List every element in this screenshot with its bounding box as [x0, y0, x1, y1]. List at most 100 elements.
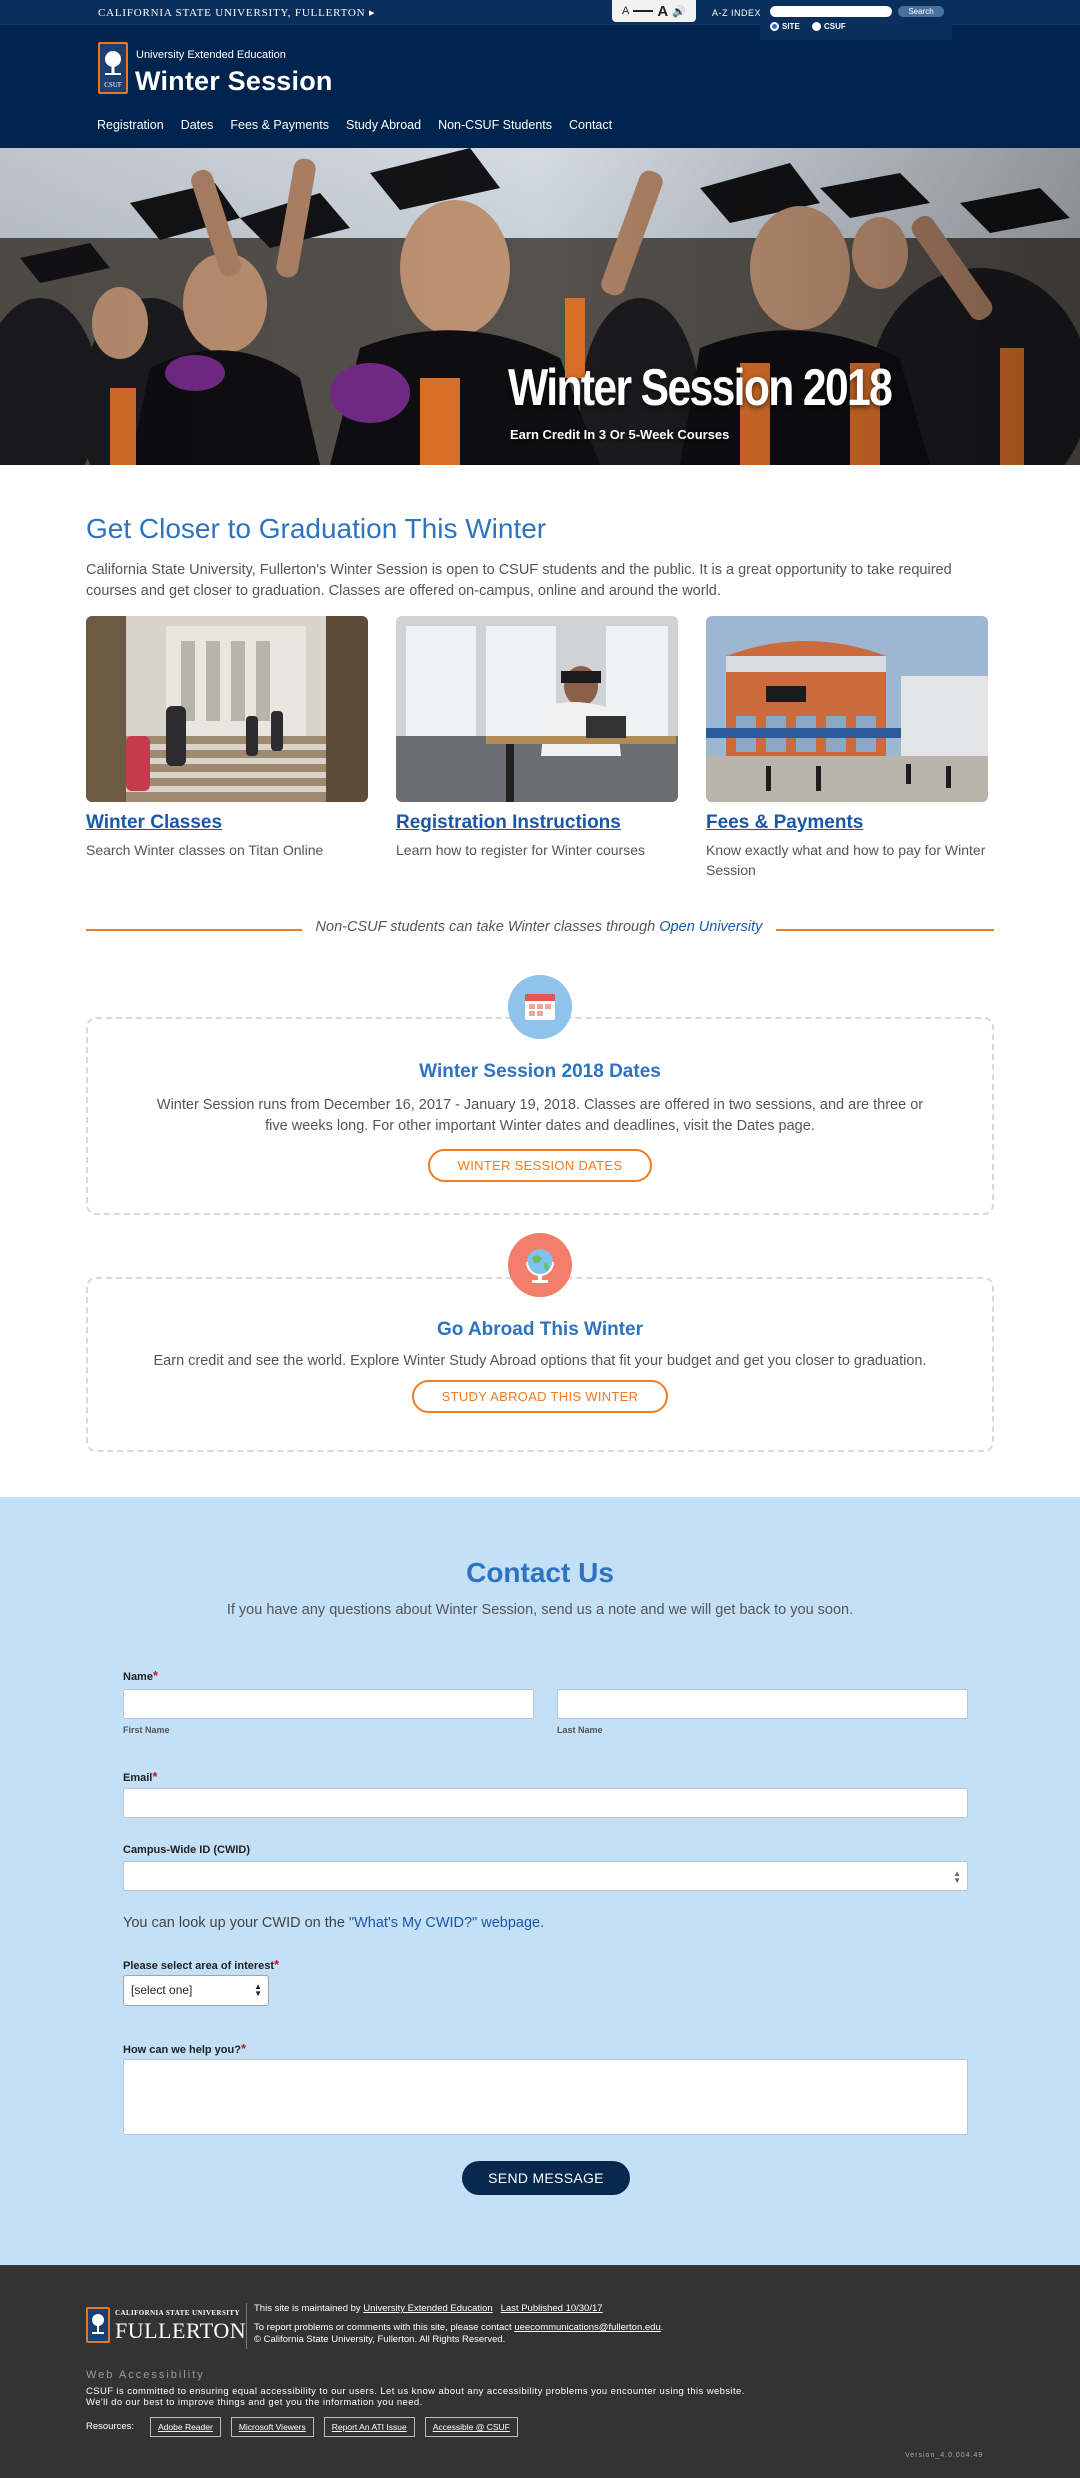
report-ati-issue-link[interactable]: Report An ATI Issue [323, 2417, 415, 2437]
copyright: © California State University, Fullerton… [254, 2334, 506, 2345]
radio-unchecked-icon [812, 22, 821, 31]
name-label-text: Name [123, 1671, 153, 1683]
card-title-winter-classes[interactable]: Winter Classes [86, 812, 368, 834]
last-name-input[interactable] [557, 1689, 968, 1719]
abroad-feature-box: Go Abroad This Winter Earn credit and se… [86, 1277, 994, 1452]
globe-icon [508, 1233, 572, 1297]
screen-reader-icon[interactable]: 🔊 [672, 5, 686, 18]
divider-rule-left [86, 929, 302, 931]
cwid-number-input[interactable]: ▲ ▼ [123, 1861, 968, 1891]
required-asterisk: * [274, 1957, 280, 1972]
campus-steps-photo[interactable] [86, 616, 368, 802]
dates-text: Winter Session runs from December 16, 20… [156, 1097, 924, 1134]
footer-logo[interactable]: CALIFORNIA STATE UNIVERSITY FULLERTON [86, 2307, 246, 2347]
email-input[interactable] [123, 1788, 968, 1818]
required-asterisk: * [152, 1769, 158, 1784]
hero-banner: Winter Session 2018 Earn Credit In 3 Or … [0, 148, 1080, 465]
last-published: Last Published 10/30/17 [500, 2303, 603, 2314]
cwid-help-prefix: You can look up your CWID on the [123, 1915, 349, 1931]
interest-selected-value: [select one] [131, 1983, 193, 1997]
email-label: Email* [123, 1769, 157, 1784]
cwid-help-text: You can look up your CWID on the "What's… [123, 1915, 544, 1931]
required-asterisk: * [240, 2041, 247, 2056]
accessible-csuf-link[interactable]: Accessible @ CSUF [424, 2417, 518, 2437]
last-name-label: Last Name [557, 1725, 603, 1735]
report-suffix: . [660, 2322, 664, 2333]
first-name-label: First Name [123, 1725, 170, 1735]
whats-my-cwid-link[interactable]: "What's My CWID?" webpage [349, 1915, 540, 1931]
search-input[interactable] [770, 6, 892, 17]
intro-text: California State University, Fullerton's… [86, 562, 952, 599]
hero-title: Winter Session 2018 [508, 359, 893, 417]
nav-dates[interactable]: Dates [181, 118, 214, 132]
site-title[interactable]: Winter Session [135, 66, 333, 97]
campus-building-photo[interactable] [706, 616, 988, 802]
winter-session-dates-button[interactable]: WINTER SESSION DATES [427, 1149, 653, 1182]
dates-feature-box: Winter Session 2018 Dates Winter Session… [86, 1017, 994, 1215]
resources-label: Resources: [86, 2421, 135, 2432]
hero-subtitle: Earn Credit In 3 Or 5-Week Courses [510, 427, 730, 442]
nav-registration[interactable]: Registration [97, 118, 164, 132]
help-label-text: How can we help you? [123, 2044, 241, 2056]
seal-text: CSUF [104, 81, 122, 89]
card-title-fees-payments[interactable]: Fees & Payments [706, 812, 988, 834]
version-text: Version_4.0.004.49 [905, 2452, 984, 2459]
maintained-prefix: This site is maintained by [254, 2303, 364, 2314]
number-spinner-icon[interactable]: ▲ ▼ [953, 1870, 961, 1885]
nav-contact[interactable]: Contact [569, 118, 612, 132]
cwid-help-suffix: . [540, 1915, 545, 1931]
main-nav: Registration Dates Fees & Payments Study… [97, 118, 612, 132]
adobe-reader-link[interactable]: Adobe Reader [150, 2417, 221, 2437]
abroad-text: Earn credit and see the world. Explore W… [153, 1353, 927, 1369]
area-of-interest-select[interactable]: [select one] ▲ ▼ [123, 1975, 269, 2006]
text-larger-button[interactable]: A [657, 3, 668, 20]
contact-email-link[interactable]: ueecommunications@fullerton.edu [514, 2322, 660, 2333]
footer-logo-small-text: CALIFORNIA STATE UNIVERSITY [115, 2309, 240, 2317]
nav-study-abroad[interactable]: Study Abroad [346, 118, 421, 132]
scope-site-radio[interactable]: SITE [770, 22, 800, 31]
card-desc-winter-classes: Search Winter classes on Titan Online [86, 842, 324, 858]
first-name-input[interactable] [123, 1689, 534, 1719]
contact-intro: If you have any questions about Winter S… [226, 1602, 854, 1618]
az-index-link[interactable]: A-Z INDEX [712, 8, 761, 18]
contact-heading: Contact Us [466, 1557, 614, 1588]
report-prefix: To report problems or comments with this… [254, 2322, 515, 2333]
footer-seal-icon [86, 2307, 110, 2343]
divider-rule-right [776, 929, 994, 931]
text-smaller-button[interactable]: A [622, 5, 629, 17]
scope-csuf-label: CSUF [824, 22, 846, 31]
radio-checked-icon [770, 22, 779, 31]
dates-title: Winter Session 2018 Dates [419, 1061, 661, 1082]
microsoft-viewers-link[interactable]: Microsoft Viewers [230, 2417, 314, 2437]
study-abroad-button[interactable]: STUDY ABROAD THIS WINTER [411, 1380, 669, 1413]
message-textarea[interactable] [123, 2059, 968, 2135]
scope-csuf-radio[interactable]: CSUF [812, 22, 846, 31]
interest-label-text: Please select area of interest [123, 1960, 275, 1972]
interest-label: Please select area of interest* [123, 1957, 279, 1972]
accessibility-text-1: CSUF is committed to ensuring equal acce… [86, 2386, 745, 2397]
open-university-note: Non-CSUF students can take Winter classe… [302, 919, 776, 935]
uee-link[interactable]: University Extended Education [363, 2303, 492, 2314]
text-size-widget[interactable]: A A 🔊 [612, 0, 696, 22]
help-label: How can we help you?* [123, 2041, 246, 2056]
search-button[interactable]: Search [898, 6, 944, 17]
email-label-text: Email [123, 1772, 153, 1784]
csuf-seal-logo[interactable]: CSUF [98, 42, 128, 94]
nav-non-csuf-students[interactable]: Non-CSUF Students [438, 118, 552, 132]
card-winter-classes: Winter Classes Search Winter classes on … [86, 616, 368, 860]
site-footer: CALIFORNIA STATE UNIVERSITY FULLERTON Th… [0, 2265, 1080, 2478]
intro-heading: Get Closer to Graduation This Winter [86, 513, 547, 544]
university-link[interactable]: CALIFORNIA STATE UNIVERSITY, FULLERTON ▸ [98, 6, 375, 19]
open-university-link[interactable]: Open University [659, 919, 762, 935]
card-desc-fees-payments: Know exactly what and how to pay for Win… [706, 842, 986, 878]
contact-section: Contact Us If you have any questions abo… [0, 1497, 1080, 2265]
maintained-by-line: This site is maintained by University Ex… [254, 2303, 603, 2314]
department-name: University Extended Education [136, 49, 286, 61]
text-size-slider[interactable] [633, 10, 654, 12]
search-panel: Search SITE CSUF [760, 0, 952, 40]
student-studying-photo[interactable] [396, 616, 678, 802]
send-message-button[interactable]: SEND MESSAGE [462, 2161, 630, 2195]
nav-fees-payments[interactable]: Fees & Payments [230, 118, 329, 132]
card-title-registration[interactable]: Registration Instructions [396, 812, 678, 834]
report-problems-line: To report problems or comments with this… [254, 2322, 663, 2333]
